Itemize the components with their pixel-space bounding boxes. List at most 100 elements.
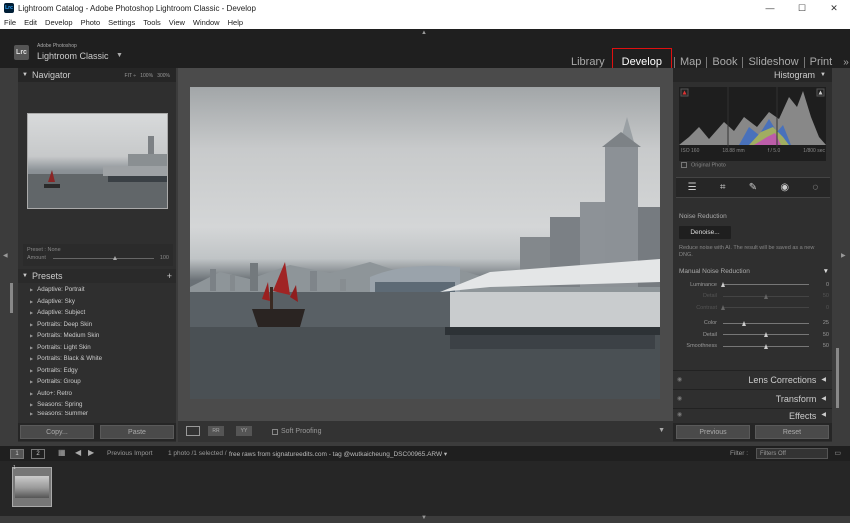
lens-corrections-header[interactable]: ◉ Lens Corrections ◀ bbox=[673, 370, 832, 388]
before-after-icon[interactable]: YY bbox=[236, 426, 252, 436]
menu-edit[interactable]: Edit bbox=[24, 18, 37, 27]
slider-knob-icon[interactable] bbox=[763, 293, 768, 299]
amount-knob-icon[interactable] bbox=[113, 255, 118, 260]
preset-item[interactable]: Seasons: Spring bbox=[30, 399, 176, 411]
previous-import-label[interactable]: Previous Import bbox=[107, 450, 153, 457]
module-slideshow[interactable]: Slideshow bbox=[742, 57, 803, 68]
preset-item[interactable]: Auto+: Retro bbox=[30, 388, 176, 400]
compare-view-icon[interactable]: RR bbox=[208, 426, 224, 436]
filmstrip-thumbnail[interactable] bbox=[12, 467, 52, 507]
denoise-button[interactable]: Denoise... bbox=[679, 226, 731, 239]
more-modules-icon[interactable]: » bbox=[843, 57, 849, 68]
visibility-eye-icon[interactable]: ◉ bbox=[677, 411, 682, 418]
maximize-button[interactable]: ☐ bbox=[786, 0, 818, 16]
module-book[interactable]: Book bbox=[706, 57, 742, 68]
slider-track[interactable] bbox=[723, 343, 809, 349]
amount-slider[interactable] bbox=[53, 255, 154, 260]
add-preset-icon[interactable]: + bbox=[167, 271, 172, 281]
left-panel-scrollbar[interactable] bbox=[10, 283, 13, 313]
slider-knob-icon[interactable] bbox=[720, 305, 725, 311]
right-panel-toggle-icon[interactable]: ▶ bbox=[841, 252, 846, 259]
slider-label: Detail bbox=[702, 331, 717, 338]
main-photo[interactable] bbox=[190, 87, 660, 399]
navigator-preview[interactable] bbox=[27, 113, 168, 209]
preset-item[interactable]: Portraits: Medium Skin bbox=[30, 330, 176, 342]
preset-item[interactable]: Portraits: Group bbox=[30, 376, 176, 388]
healing-brush-icon[interactable]: ✎ bbox=[749, 182, 757, 193]
back-arrow-icon[interactable]: ◀ bbox=[75, 448, 81, 457]
manual-noise-reduction-header[interactable]: Manual Noise Reduction ▼ bbox=[679, 268, 829, 275]
identity-plate-caret-icon[interactable]: ▼ bbox=[116, 52, 123, 59]
visibility-eye-icon[interactable]: ◉ bbox=[677, 395, 682, 402]
zoom-fit[interactable]: FIT ÷ bbox=[125, 73, 137, 79]
presets-header[interactable]: ▼ Presets + bbox=[18, 269, 176, 283]
slider-value[interactable]: 0 bbox=[809, 282, 829, 288]
grid-view-icon[interactable]: ▦ bbox=[58, 448, 66, 457]
right-panel-scrollbar[interactable] bbox=[836, 348, 839, 408]
menu-window[interactable]: Window bbox=[193, 18, 220, 27]
loupe-view-icon[interactable] bbox=[186, 426, 200, 436]
reset-button[interactable]: Reset bbox=[755, 425, 829, 439]
slider-value[interactable]: 0 bbox=[809, 305, 829, 311]
menu-file[interactable]: File bbox=[4, 18, 16, 27]
preset-item[interactable]: Portraits: Edgy bbox=[30, 365, 176, 377]
menu-tools[interactable]: Tools bbox=[143, 18, 161, 27]
window-1-button[interactable]: 1 bbox=[10, 449, 24, 459]
slider-knob-icon[interactable] bbox=[742, 320, 746, 326]
visibility-eye-icon[interactable]: ◉ bbox=[677, 376, 682, 383]
effects-header[interactable]: ◉ Effects ◀ bbox=[673, 408, 832, 420]
slider-track[interactable] bbox=[723, 332, 809, 338]
module-map[interactable]: Map bbox=[673, 57, 706, 68]
slider-track[interactable] bbox=[723, 320, 809, 326]
preset-item[interactable]: Adaptive: Subject bbox=[30, 307, 176, 319]
preset-item[interactable]: Adaptive: Portrait bbox=[30, 284, 176, 296]
slider-knob-icon[interactable] bbox=[720, 282, 725, 288]
close-button[interactable]: ✕ bbox=[818, 0, 850, 16]
slider-knob-icon[interactable] bbox=[763, 343, 768, 349]
window-2-button[interactable]: 2 bbox=[31, 449, 45, 459]
filmstrip-source-path[interactable]: free raws from signatureedits.com - tag … bbox=[229, 450, 447, 458]
slider-value[interactable]: 50 bbox=[809, 293, 829, 299]
preset-item[interactable]: Adaptive: Sky bbox=[30, 296, 176, 308]
slider-value[interactable]: 25 bbox=[809, 320, 829, 326]
forward-arrow-icon[interactable]: ▶ bbox=[88, 448, 94, 457]
copy-button[interactable]: Copy... bbox=[20, 425, 94, 439]
menu-photo[interactable]: Photo bbox=[81, 18, 101, 27]
slider-value[interactable]: 50 bbox=[809, 332, 829, 338]
original-photo-toggle[interactable]: Original Photo bbox=[681, 162, 726, 168]
slider-track[interactable] bbox=[720, 305, 809, 311]
red-eye-icon[interactable]: ◉ bbox=[780, 182, 789, 193]
preset-item[interactable]: Portraits: Light Skin bbox=[30, 342, 176, 354]
collapse-top-icon[interactable]: ▲ bbox=[421, 30, 427, 36]
menu-settings[interactable]: Settings bbox=[108, 18, 135, 27]
slider-track[interactable] bbox=[723, 293, 809, 299]
menu-develop[interactable]: Develop bbox=[45, 18, 73, 27]
masking-icon[interactable]: ◌ bbox=[812, 182, 818, 193]
left-panel-toggle-icon[interactable]: ◀ bbox=[3, 252, 8, 259]
previous-button[interactable]: Previous bbox=[676, 425, 750, 439]
module-print[interactable]: Print bbox=[803, 57, 838, 68]
filter-dropdown[interactable]: Filters Off ▭ bbox=[756, 448, 841, 459]
slider-knob-icon[interactable] bbox=[763, 332, 768, 338]
soft-proofing-checkbox[interactable] bbox=[272, 429, 278, 435]
slider-value[interactable]: 50 bbox=[809, 343, 829, 349]
slider-track[interactable] bbox=[720, 282, 809, 288]
histogram-header[interactable]: Histogram ▼ bbox=[673, 68, 832, 82]
menu-view[interactable]: View bbox=[169, 18, 185, 27]
minimize-button[interactable]: — bbox=[754, 0, 786, 16]
zoom-300[interactable]: 300% bbox=[157, 73, 170, 79]
transform-header[interactable]: ◉ Transform ◀ bbox=[673, 389, 832, 407]
menu-help[interactable]: Help bbox=[228, 18, 243, 27]
preset-item[interactable]: Portraits: Black & White bbox=[30, 353, 176, 365]
filter-lock-icon[interactable]: ▭ bbox=[834, 449, 841, 457]
original-photo-checkbox[interactable] bbox=[681, 162, 687, 168]
preset-item[interactable]: Seasons: Summer bbox=[30, 411, 176, 417]
collapse-bottom-icon[interactable]: ▼ bbox=[421, 515, 427, 521]
module-library[interactable]: Library bbox=[566, 57, 610, 68]
crop-icon[interactable]: ⌗ bbox=[720, 182, 726, 193]
paste-button[interactable]: Paste bbox=[100, 425, 174, 439]
edit-sliders-icon[interactable]: ☰ bbox=[688, 182, 697, 193]
toolbar-menu-caret-icon[interactable]: ▼ bbox=[658, 427, 665, 434]
preset-item[interactable]: Portraits: Deep Skin bbox=[30, 319, 176, 331]
zoom-100[interactable]: 100% bbox=[140, 73, 153, 79]
